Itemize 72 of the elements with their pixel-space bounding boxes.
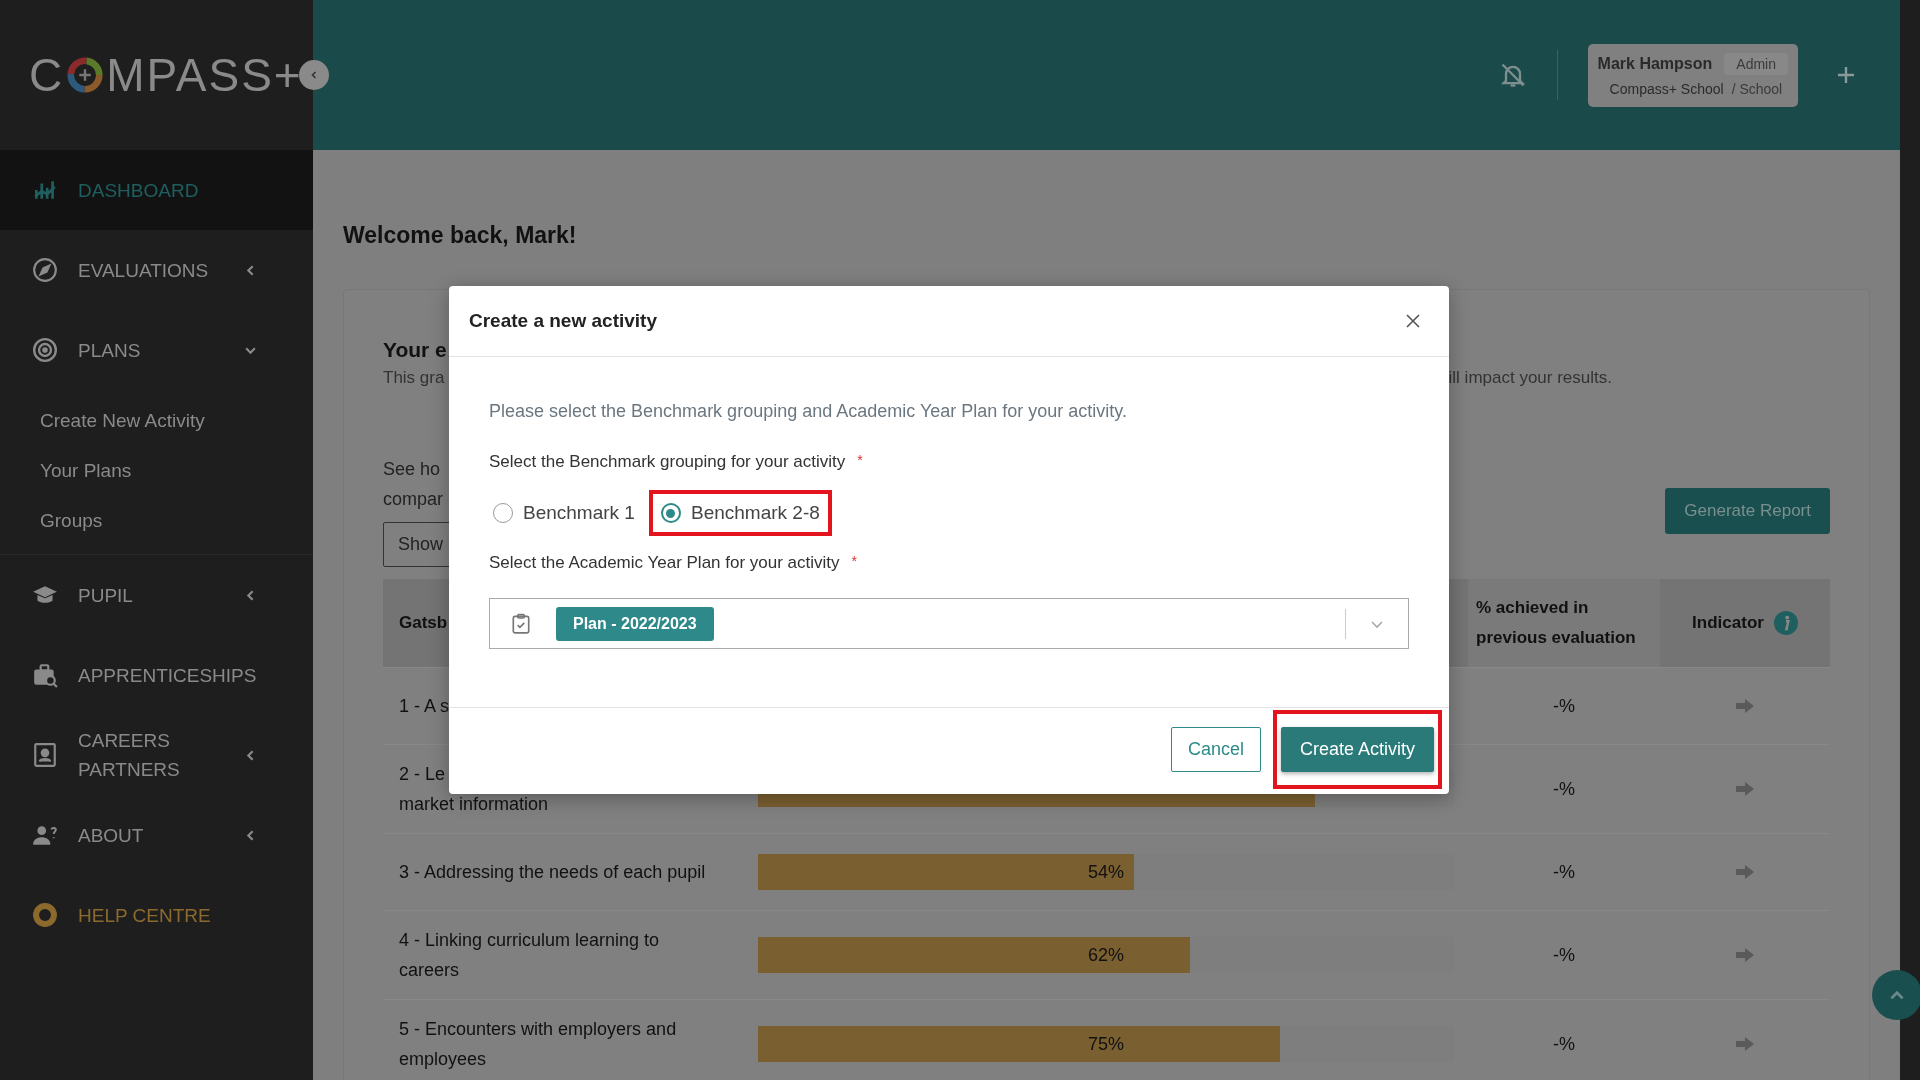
column-header: % achieved in previous evaluation	[1468, 579, 1660, 667]
nav-item[interactable]: PUPIL	[0, 555, 313, 635]
school-name: Compass+ School	[1609, 80, 1724, 97]
dialog-title: Create a new activity	[469, 310, 657, 332]
card-title: Your e	[383, 338, 447, 362]
create-button[interactable]: Create Activity	[1280, 727, 1434, 772]
arrow-right-icon[interactable]	[1735, 781, 1755, 797]
nav-item[interactable]: CAREERS PARTNERS	[0, 715, 313, 795]
radio-label: Benchmark 2-8	[690, 502, 820, 524]
percent-label: 62%	[1087, 944, 1125, 967]
table-cell-text: 4 - Linking curriculum learning to careers	[399, 929, 661, 982]
school-type: / School	[1731, 80, 1783, 97]
contact-icon	[32, 742, 58, 768]
plan-select[interactable]: Plan - 2022/2023	[489, 598, 1409, 649]
briefcase-icon	[32, 662, 58, 688]
radio-option[interactable]: Benchmark 1	[493, 502, 635, 524]
plus-icon[interactable]	[1836, 65, 1856, 85]
target-icon	[32, 337, 58, 363]
user-menu[interactable]: Mark Hampson Admin Compass+ School / School	[1587, 43, 1798, 107]
table-cell-text: 5 - Encounters with employers and employees	[399, 1018, 678, 1071]
info-icon[interactable]	[1773, 611, 1798, 635]
intro-text: Please select the Benchmark grouping and Academic Year Plan for your activity.	[489, 401, 1129, 422]
welcome-heading: Welcome back, Mark!	[343, 222, 578, 249]
nav-item[interactable]: EVALUATIONS	[0, 230, 313, 310]
nav-subitem[interactable]: Groups	[0, 496, 313, 546]
table-cell-text: 1 - A s	[399, 695, 450, 718]
arrow-right-icon[interactable]	[1735, 947, 1755, 963]
field-label: Select the Academic Year Plan for your activity	[489, 553, 840, 573]
nav-item[interactable]: APPRENTICESHIPS	[0, 635, 313, 715]
column-header: Indicator	[1692, 612, 1764, 634]
description-text: This gra	[383, 368, 445, 388]
table-cell-text: 2 - Le	[399, 763, 446, 786]
clipboard-check-icon	[510, 612, 532, 635]
arrow-right-icon[interactable]	[1735, 864, 1755, 880]
description-text: compar	[383, 488, 444, 511]
collapse-button[interactable]	[299, 60, 329, 90]
nav-item[interactable]: PLANS	[0, 310, 313, 390]
logo: C MPASS+	[29, 48, 303, 102]
table-cell: -%	[1553, 1033, 1575, 1055]
chevron-left-icon	[309, 70, 319, 80]
column-header: Gatsb	[399, 612, 448, 634]
description-text: ill impact your results.	[1448, 368, 1612, 388]
required-mark: *	[851, 553, 858, 571]
arrow-right-icon[interactable]	[1735, 1036, 1755, 1052]
radio-label: Benchmark 1	[523, 502, 635, 524]
compass-icon	[32, 257, 58, 283]
percent-label: 54%	[1087, 861, 1125, 884]
percent-label: 75%	[1087, 1033, 1125, 1056]
field-label: Select the Benchmark grouping for your activity	[489, 452, 846, 472]
table-cell-text: market information	[399, 793, 549, 816]
nav-subitem[interactable]: Create New Activity	[0, 396, 313, 446]
generate-report-button[interactable]: Generate Report	[1665, 487, 1830, 534]
required-mark: *	[857, 452, 863, 470]
plan-tag: Plan - 2022/2023	[556, 606, 714, 641]
nav-item[interactable]: DASHBOARD	[0, 150, 313, 230]
close-icon[interactable]	[1405, 313, 1421, 329]
table-cell: -%	[1553, 944, 1575, 966]
role-badge: Admin	[1724, 52, 1788, 75]
arrow-right-icon[interactable]	[1735, 698, 1755, 714]
table-cell: -%	[1553, 695, 1575, 717]
table-cell: -%	[1553, 861, 1575, 883]
table-cell: -%	[1553, 778, 1575, 800]
description-text: See ho	[383, 458, 442, 481]
radio-option[interactable]: Benchmark 2-8	[660, 502, 820, 524]
table-cell-text: 3 - Addressing the needs of each pupil	[399, 861, 706, 884]
radio-button[interactable]	[660, 503, 681, 523]
nav-subitem[interactable]: Your Plans	[0, 446, 313, 496]
nav-item[interactable]: HELP CENTRE	[0, 875, 313, 955]
scroll-top-button[interactable]	[1872, 970, 1920, 1020]
cancel-button[interactable]: Cancel	[1170, 727, 1261, 772]
user-name: Mark Hampson	[1597, 54, 1713, 73]
nav-item[interactable]: ABOUT	[0, 795, 313, 875]
